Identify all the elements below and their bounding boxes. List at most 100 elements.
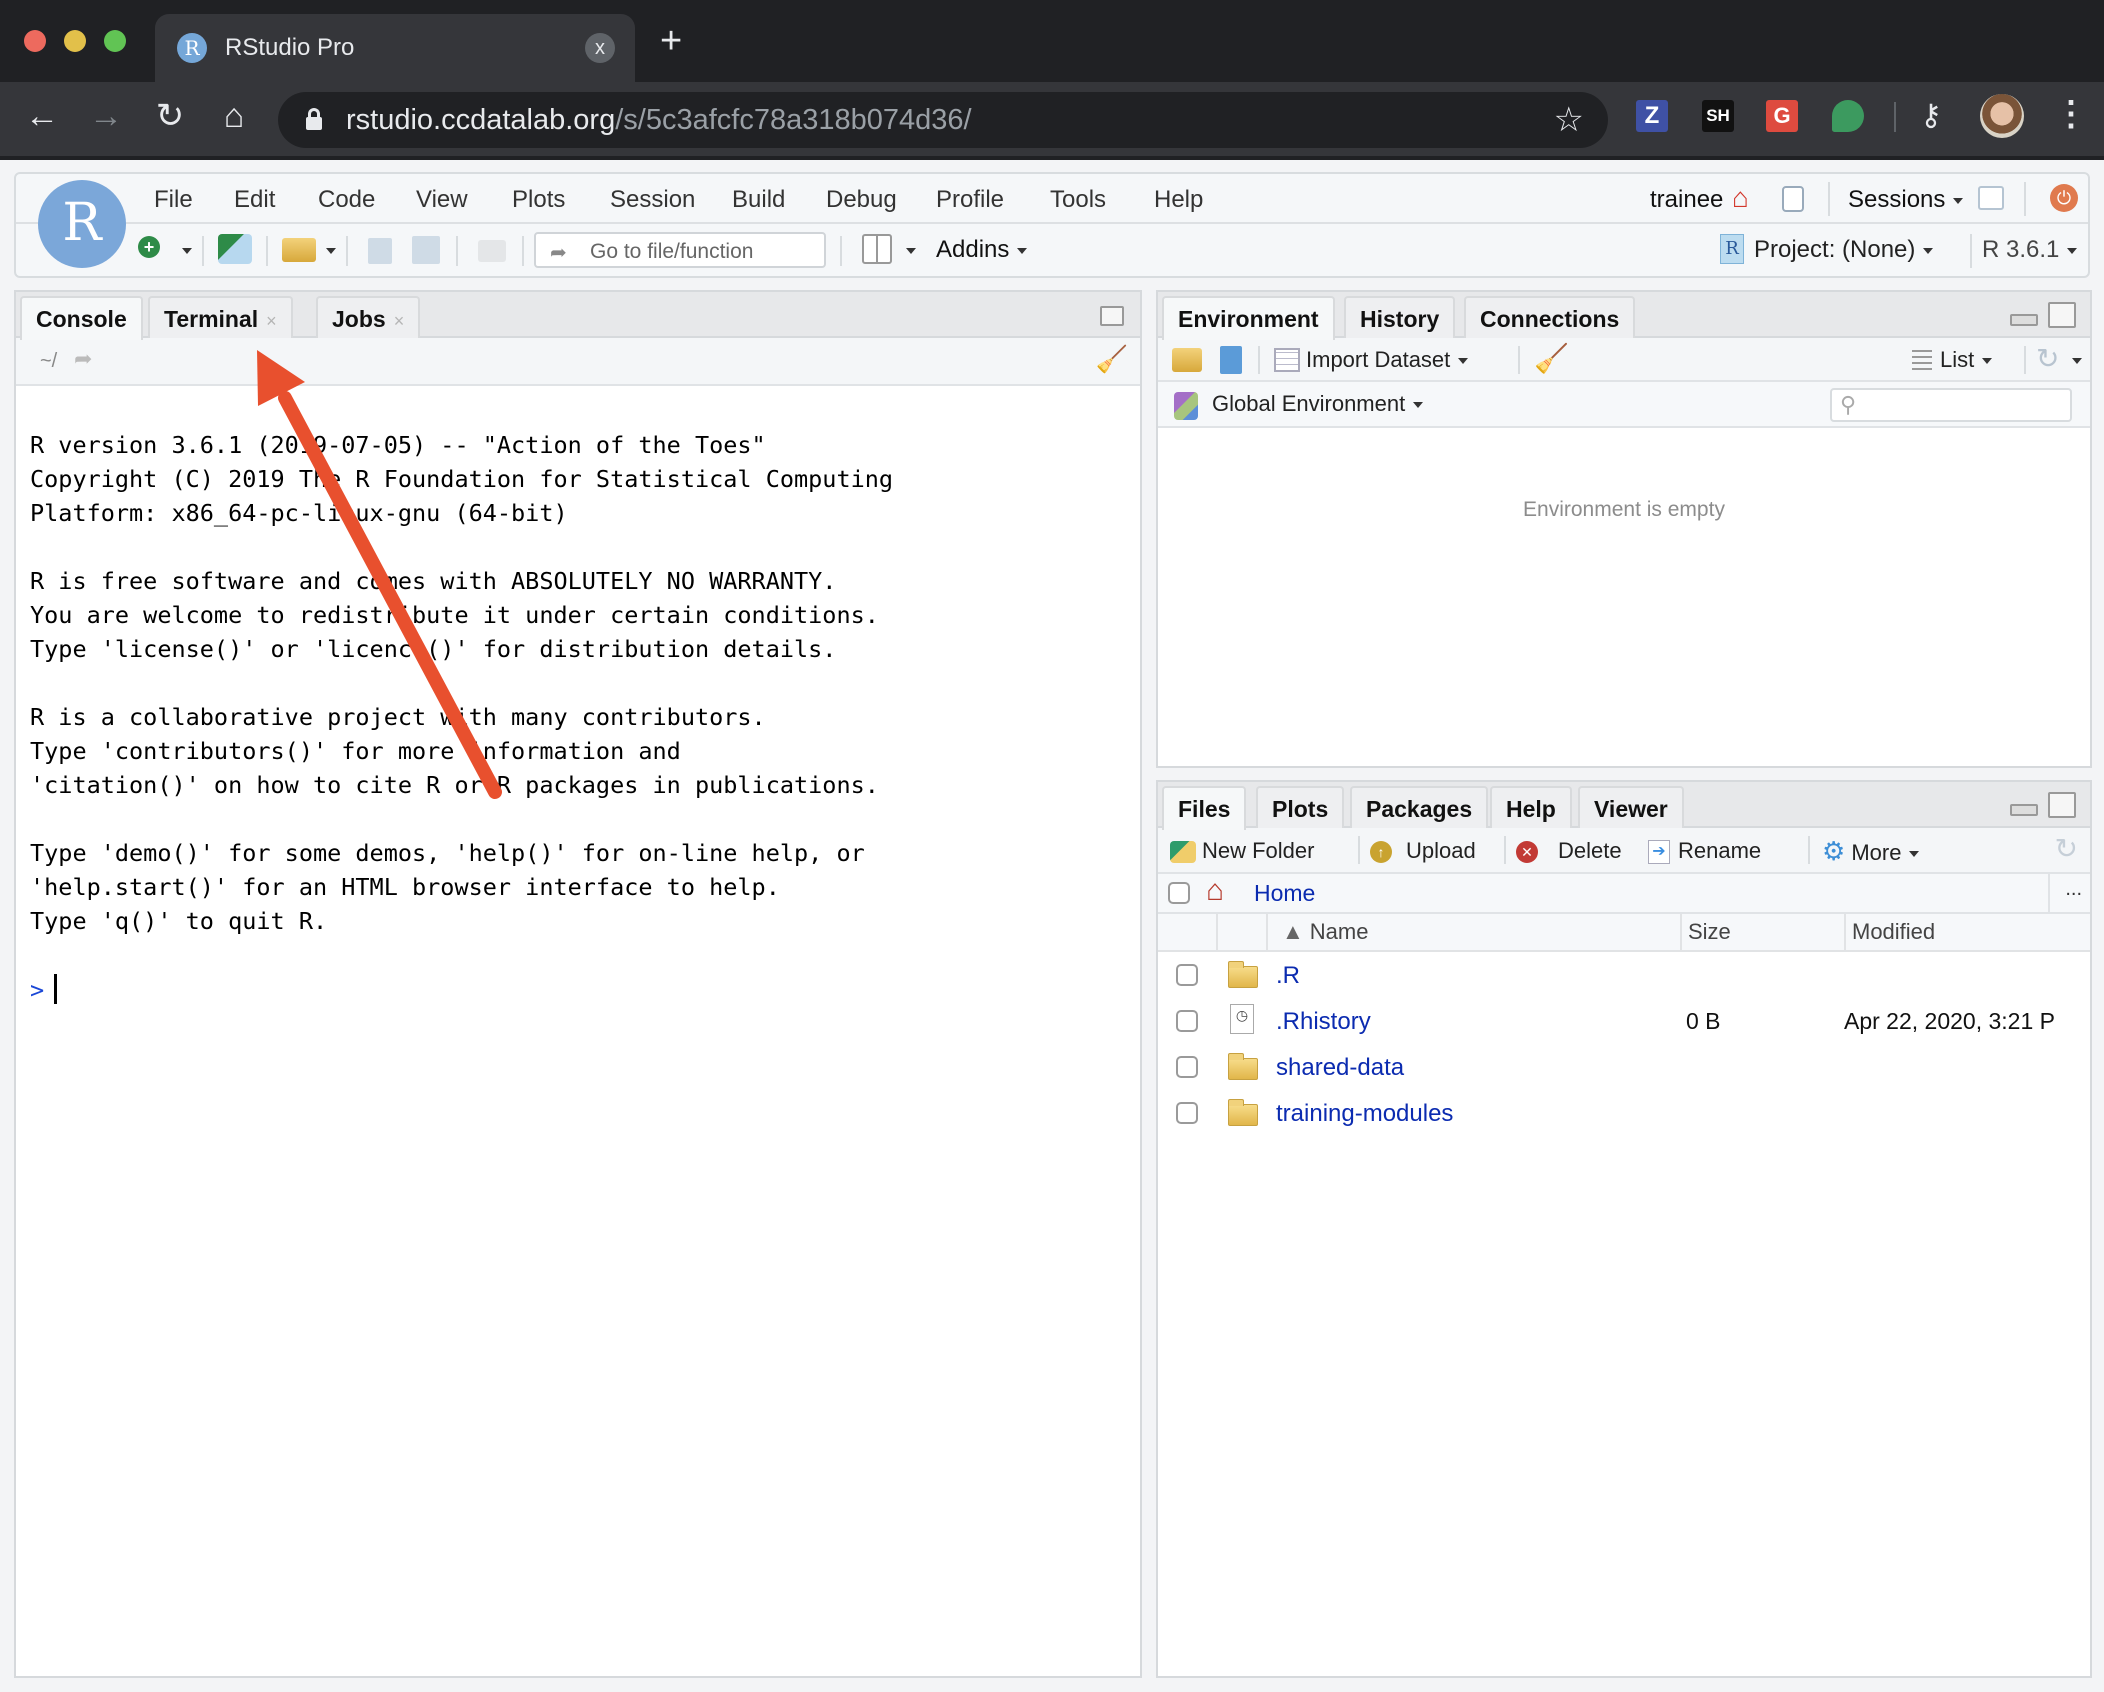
open-file-dropdown[interactable] (326, 248, 336, 254)
tab-help[interactable]: Help (1490, 786, 1572, 828)
browser-tab[interactable]: R RStudio Pro x (155, 14, 635, 82)
menu-edit[interactable]: Edit (234, 186, 275, 214)
project-menu[interactable]: Project: (None) (1754, 236, 1934, 264)
file-row-checkbox[interactable] (1176, 964, 1198, 986)
restore-pane-icon[interactable] (1100, 306, 1124, 326)
view-mode-dropdown[interactable]: List (1940, 347, 1993, 373)
bookmark-star-icon[interactable]: ☆ (1554, 100, 1584, 140)
home-button[interactable]: ⌂ (212, 96, 256, 136)
new-project-icon[interactable] (218, 234, 252, 264)
menu-file[interactable]: File (154, 186, 193, 214)
new-tab-button[interactable]: + (660, 22, 682, 60)
header-size[interactable]: Size (1682, 914, 1846, 950)
new-session-icon[interactable] (1978, 186, 2004, 210)
new-file-icon[interactable]: + (138, 236, 160, 258)
menu-code[interactable]: Code (318, 186, 375, 214)
refresh-environment-icon[interactable]: ↻ (2036, 342, 2059, 375)
grammarly-extension-icon[interactable]: G (1766, 100, 1798, 132)
save-all-icon[interactable] (412, 236, 440, 264)
global-environment-dropdown[interactable]: Global Environment (1212, 391, 1424, 417)
file-name-link[interactable]: training-modules (1276, 1100, 1453, 1128)
tab-packages[interactable]: Packages (1350, 786, 1489, 828)
file-row[interactable]: ◷ .Rhistory 0 B Apr 22, 2020, 3:21 P (1158, 1000, 2090, 1046)
menu-help[interactable]: Help (1154, 186, 1203, 214)
sessions-menu[interactable]: Sessions (1848, 186, 1964, 214)
window-minimize-button[interactable] (64, 30, 86, 52)
file-row-checkbox[interactable] (1176, 1056, 1198, 1078)
menu-plots[interactable]: Plots (512, 186, 565, 214)
password-key-icon[interactable]: ⚷ (1920, 98, 1942, 133)
upload-button[interactable]: ↑ Upload (1370, 838, 1476, 864)
tab-close-button[interactable]: x (585, 33, 615, 63)
header-modified[interactable]: Modified (1846, 914, 2094, 950)
tab-viewer[interactable]: Viewer (1578, 786, 1684, 828)
tab-console[interactable]: Console (20, 296, 143, 340)
file-row[interactable]: training-modules (1158, 1092, 2090, 1138)
header-name[interactable]: ▲ Name (1268, 914, 1682, 950)
menu-tools[interactable]: Tools (1050, 186, 1106, 214)
import-dataset-button[interactable]: Import Dataset (1306, 347, 1469, 373)
maximize-pane-icon[interactable] (2048, 792, 2076, 818)
refresh-dropdown[interactable] (2072, 358, 2082, 364)
file-name-link[interactable]: shared-data (1276, 1054, 1404, 1082)
file-row-checkbox[interactable] (1176, 1102, 1198, 1124)
terminal-close-icon[interactable]: × (266, 311, 277, 331)
address-bar[interactable]: rstudio.ccdatalab.org/s/5c3afcfc78a318b0… (278, 92, 1608, 148)
menu-build[interactable]: Build (732, 186, 785, 214)
profile-avatar[interactable] (1980, 94, 2024, 138)
print-icon[interactable] (478, 240, 506, 262)
go-to-directory-icon[interactable]: ➦ (74, 346, 92, 372)
save-icon[interactable] (368, 238, 392, 264)
minimize-pane-icon[interactable] (2010, 314, 2038, 326)
file-name-link[interactable]: .R (1276, 962, 1300, 990)
save-workspace-icon[interactable] (1220, 346, 1242, 374)
clear-console-broom-icon[interactable]: 🧹 (1096, 344, 1128, 375)
clear-workspace-broom-icon[interactable]: 🧹 (1534, 342, 1569, 375)
jobs-close-icon[interactable]: × (394, 311, 405, 331)
more-menu-button[interactable]: ⚙ More (1822, 836, 1920, 867)
file-row[interactable]: shared-data (1158, 1046, 2090, 1092)
tab-jobs[interactable]: Jobs × (316, 296, 421, 338)
new-file-dropdown[interactable] (182, 248, 192, 254)
tab-history[interactable]: History (1344, 296, 1456, 338)
forward-button[interactable]: → (84, 96, 128, 136)
tab-files[interactable]: Files (1162, 786, 1247, 830)
minimize-pane-icon[interactable] (2010, 804, 2038, 816)
pane-layout-dropdown[interactable] (906, 248, 916, 254)
chat-extension-icon[interactable] (1832, 100, 1864, 132)
url-text[interactable]: rstudio.ccdatalab.org/s/5c3afcfc78a318b0… (346, 104, 972, 137)
window-close-button[interactable] (24, 30, 46, 52)
sh-extension-icon[interactable]: SH (1702, 100, 1734, 132)
tab-terminal[interactable]: Terminal × (148, 296, 293, 338)
rename-button[interactable]: ➔ Rename (1648, 838, 1761, 865)
delete-button[interactable]: ✕ Delete (1516, 838, 1622, 864)
menu-profile[interactable]: Profile (936, 186, 1004, 214)
menu-view[interactable]: View (416, 186, 468, 214)
console-output[interactable]: R version 3.6.1 (2019-07-05) -- "Action … (16, 388, 1140, 1676)
file-row[interactable]: .R (1158, 954, 2090, 1000)
go-to-file-function-input[interactable]: ➦ Go to file/function (534, 232, 826, 268)
pane-layout-icon[interactable] (862, 234, 892, 264)
environment-search-input[interactable]: ⚲ (1830, 388, 2072, 422)
tab-environment[interactable]: Environment (1162, 296, 1335, 340)
zotero-extension-icon[interactable]: Z (1636, 100, 1668, 132)
select-all-checkbox[interactable] (1168, 882, 1190, 904)
menu-debug[interactable]: Debug (826, 186, 897, 214)
go-to-directory-button[interactable]: ... (2065, 878, 2082, 901)
working-directory[interactable]: ~/ (40, 350, 57, 373)
open-file-icon[interactable] (282, 238, 316, 262)
file-name-link[interactable]: .Rhistory (1276, 1008, 1371, 1036)
menu-session[interactable]: Session (610, 186, 695, 214)
load-workspace-icon[interactable] (1172, 348, 1202, 372)
tab-connections[interactable]: Connections (1464, 296, 1636, 338)
power-quit-icon[interactable]: ⏻ (2050, 184, 2078, 212)
home-icon[interactable]: ⌂ (1732, 182, 1749, 214)
tab-plots[interactable]: Plots (1256, 786, 1345, 828)
r-version-menu[interactable]: R 3.6.1 (1982, 236, 2078, 264)
back-button[interactable]: ← (20, 96, 64, 136)
refresh-files-icon[interactable]: ↻ (2055, 832, 2078, 865)
addins-menu[interactable]: Addins (936, 236, 1028, 264)
browser-menu-icon[interactable]: ⋮ (2054, 94, 2088, 134)
maximize-pane-icon[interactable] (2048, 302, 2076, 328)
window-zoom-button[interactable] (104, 30, 126, 52)
